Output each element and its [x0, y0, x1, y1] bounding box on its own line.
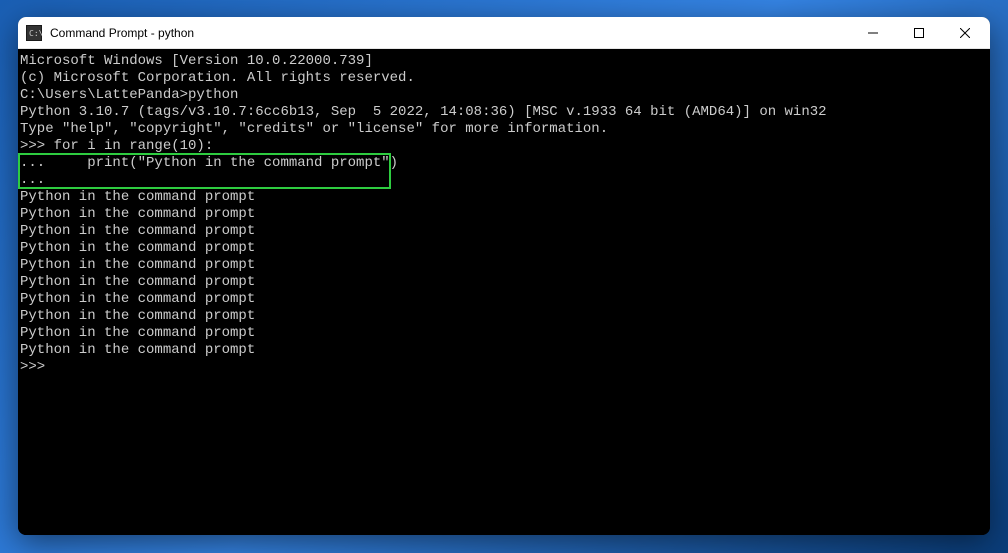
- maximize-button[interactable]: [896, 17, 942, 49]
- titlebar[interactable]: C:\ Command Prompt - python: [18, 17, 990, 49]
- terminal-line: Python in the command prompt: [20, 308, 988, 325]
- terminal-line: ... print("Python in the command prompt"…: [20, 155, 988, 172]
- terminal-line: Python in the command prompt: [20, 257, 988, 274]
- terminal-area[interactable]: Microsoft Windows [Version 10.0.22000.73…: [18, 49, 990, 535]
- terminal-line: >>>: [20, 359, 988, 376]
- app-icon: C:\: [26, 25, 42, 41]
- terminal-line: Type "help", "copyright", "credits" or "…: [20, 121, 988, 138]
- terminal-line: Python in the command prompt: [20, 291, 988, 308]
- terminal-line: C:\Users\LattePanda>python: [20, 87, 988, 104]
- terminal-line: Python in the command prompt: [20, 240, 988, 257]
- terminal-line: Python 3.10.7 (tags/v3.10.7:6cc6b13, Sep…: [20, 104, 988, 121]
- svg-text:C:\: C:\: [29, 29, 42, 38]
- terminal-line: Python in the command prompt: [20, 189, 988, 206]
- window-title: Command Prompt - python: [50, 26, 850, 40]
- terminal-line: (c) Microsoft Corporation. All rights re…: [20, 70, 988, 87]
- terminal-line: Python in the command prompt: [20, 274, 988, 291]
- terminal-line: Python in the command prompt: [20, 342, 988, 359]
- close-button[interactable]: [942, 17, 988, 49]
- terminal-line: Python in the command prompt: [20, 223, 988, 240]
- command-prompt-window: C:\ Command Prompt - python Microsoft Wi…: [18, 17, 990, 535]
- terminal-line: >>> for i in range(10):: [20, 138, 988, 155]
- minimize-button[interactable]: [850, 17, 896, 49]
- terminal-line: ...: [20, 172, 988, 189]
- terminal-line: Python in the command prompt: [20, 206, 988, 223]
- terminal-line: Python in the command prompt: [20, 325, 988, 342]
- terminal-line: Microsoft Windows [Version 10.0.22000.73…: [20, 53, 988, 70]
